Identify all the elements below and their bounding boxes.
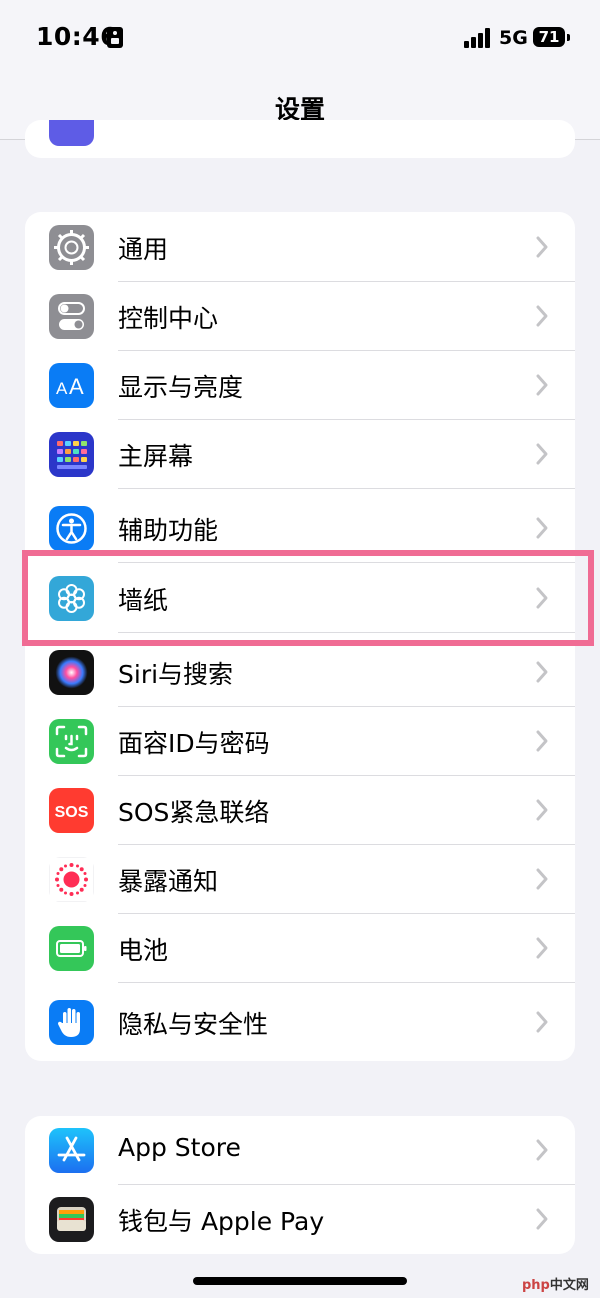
chevron-right-icon: [536, 868, 548, 890]
chevron-right-icon: [536, 730, 548, 752]
settings-row-general[interactable]: 通用: [25, 213, 575, 282]
network-type: 5G: [499, 27, 528, 49]
battery-icon: [49, 926, 94, 971]
status-time: 10:46: [36, 22, 119, 51]
svg-text:A: A: [69, 374, 84, 399]
chevron-right-icon: [536, 443, 548, 465]
chevron-right-icon: [536, 236, 548, 258]
settings-row-label: 辅助功能: [118, 516, 219, 545]
settings-row-label: 钱包与 Apple Pay: [118, 1207, 325, 1236]
settings-row-label: Siri与搜索: [118, 660, 234, 689]
settings-row-label: 显示与亮度: [118, 373, 244, 402]
toggles-icon: [49, 294, 94, 339]
settings-row-wallet[interactable]: 钱包与 Apple Pay: [25, 1185, 575, 1254]
settings-row-privacy[interactable]: 隐私与安全性: [25, 988, 575, 1057]
row-divider: [118, 982, 575, 983]
chevron-right-icon: [536, 305, 548, 327]
chevron-right-icon: [536, 937, 548, 959]
settings-row-siri[interactable]: Siri与搜索: [25, 638, 575, 707]
settings-row-label: 隐私与安全性: [118, 1010, 269, 1039]
settings-row-control-center[interactable]: 控制中心: [25, 282, 575, 351]
hand-icon: [49, 1000, 94, 1045]
accessibility-icon: [49, 506, 94, 551]
settings-row-label: 主屏幕: [118, 442, 194, 471]
settings-row-label: 通用: [118, 235, 169, 264]
settings-row-label: SOS紧急联络: [118, 798, 270, 827]
settings-group-store: App Store 钱包与 Apple Pay: [25, 1116, 575, 1254]
exposure-icon: [49, 857, 94, 902]
settings-row-face-id[interactable]: 面容ID与密码: [25, 707, 575, 776]
settings-row-label: App Store: [118, 1133, 241, 1162]
watermark-brand: php: [522, 1278, 550, 1293]
settings-row-display[interactable]: AA 显示与亮度: [25, 351, 575, 420]
battery-indicator: 71: [533, 27, 565, 47]
gear-icon: [49, 225, 94, 270]
settings-row-battery[interactable]: 电池: [25, 914, 575, 983]
settings-row-label: 面容ID与密码: [118, 729, 270, 758]
siri-icon: [49, 650, 94, 695]
sos-icon-text: SOS: [55, 804, 89, 821]
chevron-right-icon: [536, 374, 548, 396]
settings-row-exposure[interactable]: 暴露通知: [25, 845, 575, 914]
chevron-right-icon: [536, 1208, 548, 1230]
partial-app-icon: [49, 120, 94, 146]
watermark-site: 中文网: [549, 1278, 589, 1293]
home-indicator[interactable]: [193, 1277, 407, 1285]
chevron-right-icon: [536, 517, 548, 539]
wallet-icon: [49, 1197, 94, 1242]
cellular-signal-icon: [464, 28, 492, 48]
battery-cap-icon: [567, 34, 570, 41]
contact-card-icon: [107, 27, 123, 48]
chevron-right-icon: [536, 661, 548, 683]
app-grid-icon: [49, 432, 94, 477]
settings-row-label: 控制中心: [118, 304, 219, 333]
chevron-right-icon: [536, 799, 548, 821]
settings-row-app-store[interactable]: App Store: [25, 1116, 575, 1185]
watermark-logo: php中文网: [522, 1274, 589, 1293]
row-divider: [118, 488, 575, 489]
settings-row-label: 暴露通知: [118, 867, 219, 896]
settings-row-home-screen[interactable]: 主屏幕: [25, 420, 575, 489]
sos-icon: SOS: [49, 788, 94, 833]
settings-row-label: 电池: [118, 936, 169, 965]
chevron-right-icon: [536, 1011, 548, 1033]
app-store-icon: [49, 1128, 94, 1173]
highlight-box: [22, 550, 594, 646]
svg-text:A: A: [56, 379, 68, 398]
settings-row-sos[interactable]: SOS SOS紧急联络: [25, 776, 575, 845]
chevron-right-icon: [536, 1139, 548, 1161]
status-bar: 10:46 5G 71: [0, 0, 600, 76]
text-size-icon: AA: [49, 363, 94, 408]
settings-group-top-partial: [25, 120, 575, 158]
face-id-icon: [49, 719, 94, 764]
